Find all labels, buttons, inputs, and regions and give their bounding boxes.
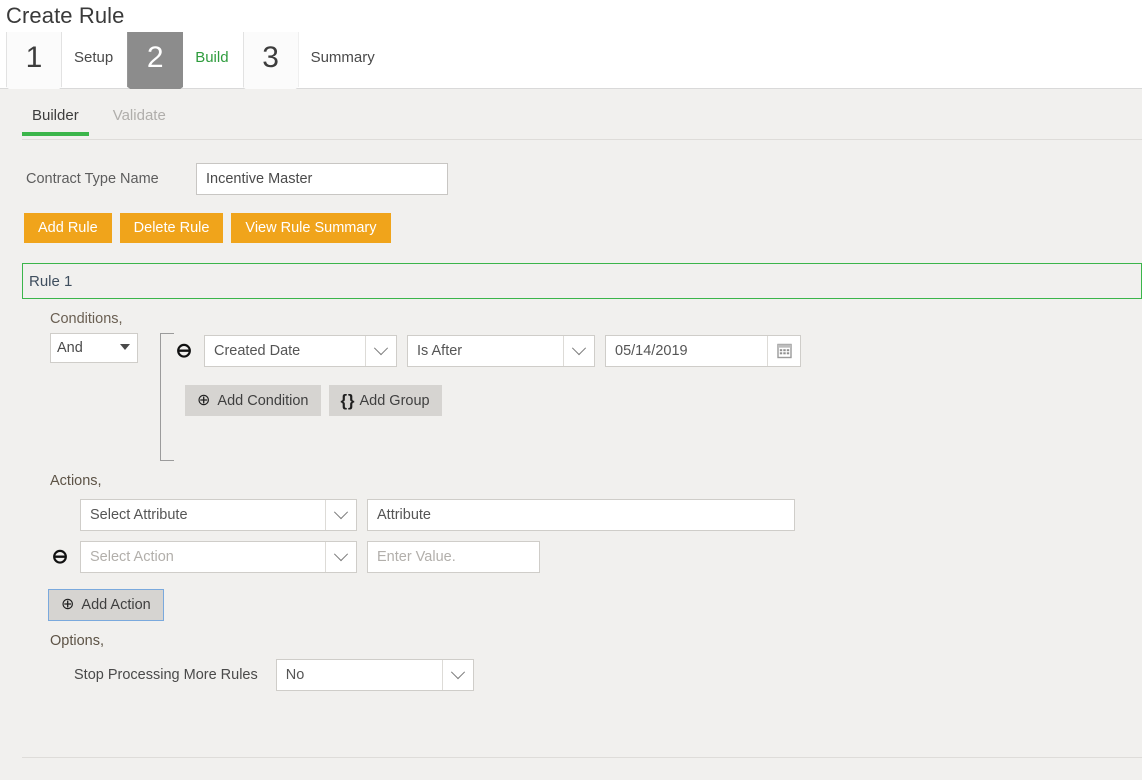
calendar-icon[interactable]	[767, 336, 800, 366]
condition-group-bracket	[160, 333, 174, 461]
wizard-step-build[interactable]: 2 Build	[127, 32, 242, 88]
logic-operator-select[interactable]: And	[50, 333, 138, 363]
chevron-down-icon	[563, 336, 594, 366]
chevron-down-icon	[325, 542, 356, 572]
step-1-pennant: 1	[6, 32, 62, 88]
step-1-label: Setup	[62, 32, 127, 84]
action-attribute-text-input[interactable]	[367, 499, 795, 531]
builder-panel: Contract Type Name Add Rule Delete Rule …	[22, 141, 1142, 758]
page-title: Create Rule	[0, 0, 1142, 30]
condition-attribute-select[interactable]: Created Date	[204, 335, 397, 367]
condition-operator-select[interactable]: Is After	[407, 335, 595, 367]
condition-group-body: ⊖ Created Date Is After 05/14/2019	[174, 333, 801, 416]
add-group-button[interactable]: { } Add Group	[329, 385, 442, 416]
step-3-number: 3	[243, 32, 299, 84]
rule-header[interactable]: Rule 1	[22, 263, 1142, 299]
options-section-label: Options,	[22, 633, 1142, 649]
delete-rule-button[interactable]: Delete Rule	[120, 213, 224, 243]
step-1-number: 1	[6, 32, 62, 84]
action-row-1: Select Attribute	[22, 499, 1142, 531]
tab-builder[interactable]: Builder	[22, 107, 89, 136]
stop-processing-row: Stop Processing More Rules No	[22, 659, 1142, 691]
condition-row: ⊖ Created Date Is After 05/14/2019	[174, 335, 801, 367]
content-area: Builder Validate Contract Type Name Add …	[0, 89, 1142, 780]
stop-processing-value: No	[277, 660, 442, 690]
contract-type-label: Contract Type Name	[26, 171, 196, 187]
view-rule-summary-button[interactable]: View Rule Summary	[231, 213, 390, 243]
chevron-down-icon	[325, 500, 356, 530]
condition-operator-value: Is After	[408, 336, 563, 366]
add-action-button[interactable]: ⊕ Add Action	[48, 589, 164, 621]
add-rule-button[interactable]: Add Rule	[24, 213, 112, 243]
action-type-value: Select Action	[81, 542, 325, 572]
plus-circle-icon: ⊕	[197, 393, 210, 409]
step-2-number: 2	[127, 32, 183, 84]
plus-circle-icon: ⊕	[61, 597, 74, 613]
tab-bar: Builder Validate	[0, 89, 1142, 141]
step-3-label: Summary	[299, 32, 389, 84]
condition-date-value: 05/14/2019	[606, 336, 767, 366]
logic-operator-wrap: And	[50, 333, 138, 363]
action-value-input[interactable]	[367, 541, 540, 573]
conditions-area: And ⊖ Created Date Is After	[22, 333, 1142, 461]
calendar-glyph	[777, 343, 792, 359]
step-2-label: Build	[183, 32, 242, 84]
stop-processing-select[interactable]: No	[276, 659, 474, 691]
step-3-pennant: 3	[243, 32, 299, 88]
wizard-step-summary[interactable]: 3 Summary	[243, 32, 389, 88]
curly-braces-icon: { }	[341, 391, 353, 411]
conditions-section-label: Conditions,	[22, 311, 1142, 327]
actions-section-label: Actions,	[22, 473, 1142, 489]
step-2-pennant: 2	[127, 32, 183, 88]
minus-circle-icon[interactable]: ⊖	[50, 547, 70, 567]
action-type-select[interactable]: Select Action	[80, 541, 357, 573]
chevron-down-icon	[365, 336, 396, 366]
condition-date-input[interactable]: 05/14/2019	[605, 335, 801, 367]
wizard-step-setup[interactable]: 1 Setup	[6, 32, 127, 88]
stop-processing-label: Stop Processing More Rules	[74, 667, 258, 683]
minus-circle-icon[interactable]: ⊖	[174, 341, 194, 361]
tab-divider	[22, 139, 1142, 140]
wizard-stepper: 1 Setup 2 Build 3 Summary	[0, 32, 1142, 89]
add-condition-button[interactable]: ⊕ Add Condition	[185, 385, 321, 416]
action-attribute-select[interactable]: Select Attribute	[80, 499, 357, 531]
contract-type-row: Contract Type Name	[22, 163, 1142, 195]
tab-validate[interactable]: Validate	[103, 107, 176, 136]
add-action-label: Add Action	[81, 597, 150, 613]
chevron-down-icon	[442, 660, 473, 690]
rule-toolbar: Add Rule Delete Rule View Rule Summary	[22, 195, 1142, 243]
add-group-label: Add Group	[359, 393, 429, 409]
condition-buttons: ⊕ Add Condition { } Add Group	[174, 385, 801, 416]
add-condition-label: Add Condition	[217, 393, 308, 409]
contract-type-input[interactable]	[196, 163, 448, 195]
action-attribute-value: Select Attribute	[81, 500, 325, 530]
action-row-2: ⊖ Select Action	[22, 541, 1142, 573]
condition-attribute-value: Created Date	[205, 336, 365, 366]
